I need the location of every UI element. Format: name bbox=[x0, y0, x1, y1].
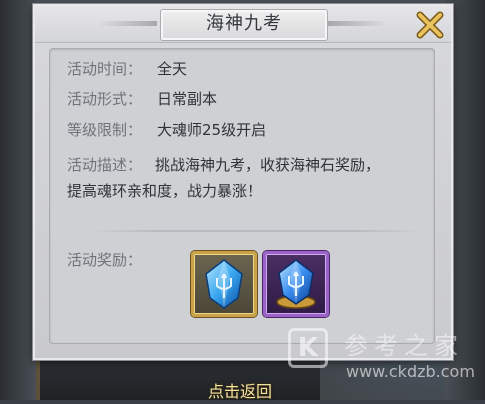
watermark-text: 参考之家 bbox=[344, 332, 464, 360]
section-divider bbox=[91, 230, 421, 232]
title-ornament-right bbox=[328, 21, 388, 26]
field-row-time: 活动时间： 全天 bbox=[67, 58, 187, 80]
title-ornament-left bbox=[97, 21, 157, 26]
reward-slot-2[interactable] bbox=[263, 251, 329, 317]
reward-slot-1[interactable] bbox=[191, 251, 257, 317]
event-info-dialog: 海神九考 活动时间： 全天 活动形式： 日常副本 等级限制： 大魂师25级开启 活动描… bbox=[33, 4, 453, 360]
field-value: 全天 bbox=[157, 60, 188, 78]
field-value: 大魂师25级开启 bbox=[157, 121, 267, 139]
blue-trident-crystal-on-gold-base-icon bbox=[276, 259, 316, 309]
field-label: 活动时间： bbox=[67, 60, 143, 78]
return-button[interactable]: 点击返回 bbox=[170, 380, 310, 404]
field-label: 活动形式： bbox=[67, 90, 143, 108]
field-row-level: 等级限制： 大魂师25级开启 bbox=[67, 119, 266, 141]
watermark-logo: K bbox=[288, 328, 328, 368]
field-label: 等级限制： bbox=[67, 121, 143, 139]
description-line-2: 提高魂环亲和度，战力暴涨！ bbox=[67, 182, 263, 200]
dialog-title-bar: 海神九考 bbox=[35, 6, 451, 43]
blue-trident-crystal-icon bbox=[205, 259, 243, 309]
rewards-label: 活动奖励： bbox=[67, 251, 143, 269]
description-line-1: 挑战海神九考，收获海神石奖励， bbox=[155, 156, 381, 174]
field-row-format: 活动形式： 日常副本 bbox=[67, 88, 217, 110]
field-label: 活动描述： bbox=[67, 156, 143, 174]
field-row-description: 活动描述： bbox=[67, 154, 157, 176]
close-icon bbox=[416, 11, 444, 39]
background-left-panel bbox=[0, 0, 36, 400]
dialog-title: 海神九考 bbox=[206, 13, 282, 34]
watermark-url: www.ckdzb.com bbox=[346, 362, 475, 381]
close-button[interactable] bbox=[415, 10, 445, 40]
field-value: 日常副本 bbox=[157, 90, 218, 108]
